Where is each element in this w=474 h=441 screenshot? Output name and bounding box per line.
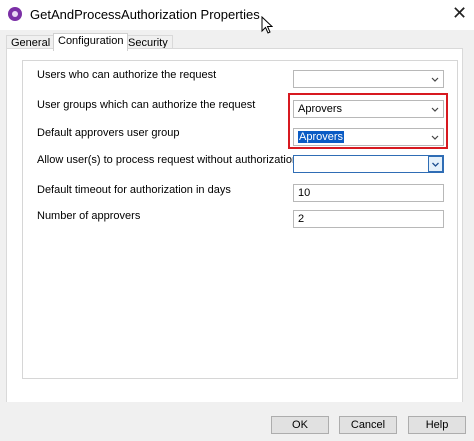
default-group-label: Default approvers user group — [37, 127, 180, 139]
cancel-button[interactable]: Cancel — [339, 416, 397, 434]
user-groups-label: User groups which can authorize the requ… — [37, 99, 256, 111]
title-bar[interactable]: GetAndProcessAuthorization Properties ✕ — [0, 0, 474, 34]
number-of-approvers-value: 2 — [298, 213, 305, 225]
number-of-approvers-input[interactable]: 2 — [293, 210, 444, 228]
dropdown-button[interactable] — [428, 156, 443, 172]
chevron-down-icon — [431, 107, 439, 112]
close-icon[interactable]: ✕ — [452, 3, 467, 23]
app-icon — [8, 7, 22, 21]
mouse-cursor-icon — [261, 16, 273, 34]
number-of-approvers-label: Number of approvers — [37, 210, 141, 222]
ok-button[interactable]: OK — [271, 416, 329, 434]
allow-without-auth-label: Allow user(s) to process request without… — [37, 154, 299, 166]
button-bar — [0, 402, 474, 441]
user-groups-select[interactable]: Aprovers — [293, 100, 444, 118]
default-group-select[interactable]: Aprovers — [293, 128, 444, 146]
chevron-down-icon — [431, 135, 439, 140]
chevron-down-icon — [432, 162, 439, 167]
help-button[interactable]: Help — [408, 416, 466, 434]
tab-configuration[interactable]: Configuration — [53, 33, 129, 51]
properties-dialog: GetAndProcessAuthorization Properties ✕ … — [0, 0, 474, 441]
user-groups-value: Aprovers — [298, 103, 343, 115]
window-title: GetAndProcessAuthorization Properties — [30, 7, 260, 22]
default-timeout-input[interactable]: 10 — [293, 184, 444, 202]
default-group-value: Aprovers — [298, 131, 345, 143]
default-timeout-value: 10 — [298, 187, 311, 199]
default-timeout-label: Default timeout for authorization in day… — [37, 184, 231, 196]
allow-without-auth-select[interactable] — [293, 155, 444, 173]
users-authorize-label: Users who can authorize the request — [37, 69, 217, 81]
users-authorize-select[interactable] — [293, 70, 444, 88]
chevron-down-icon — [431, 77, 439, 82]
